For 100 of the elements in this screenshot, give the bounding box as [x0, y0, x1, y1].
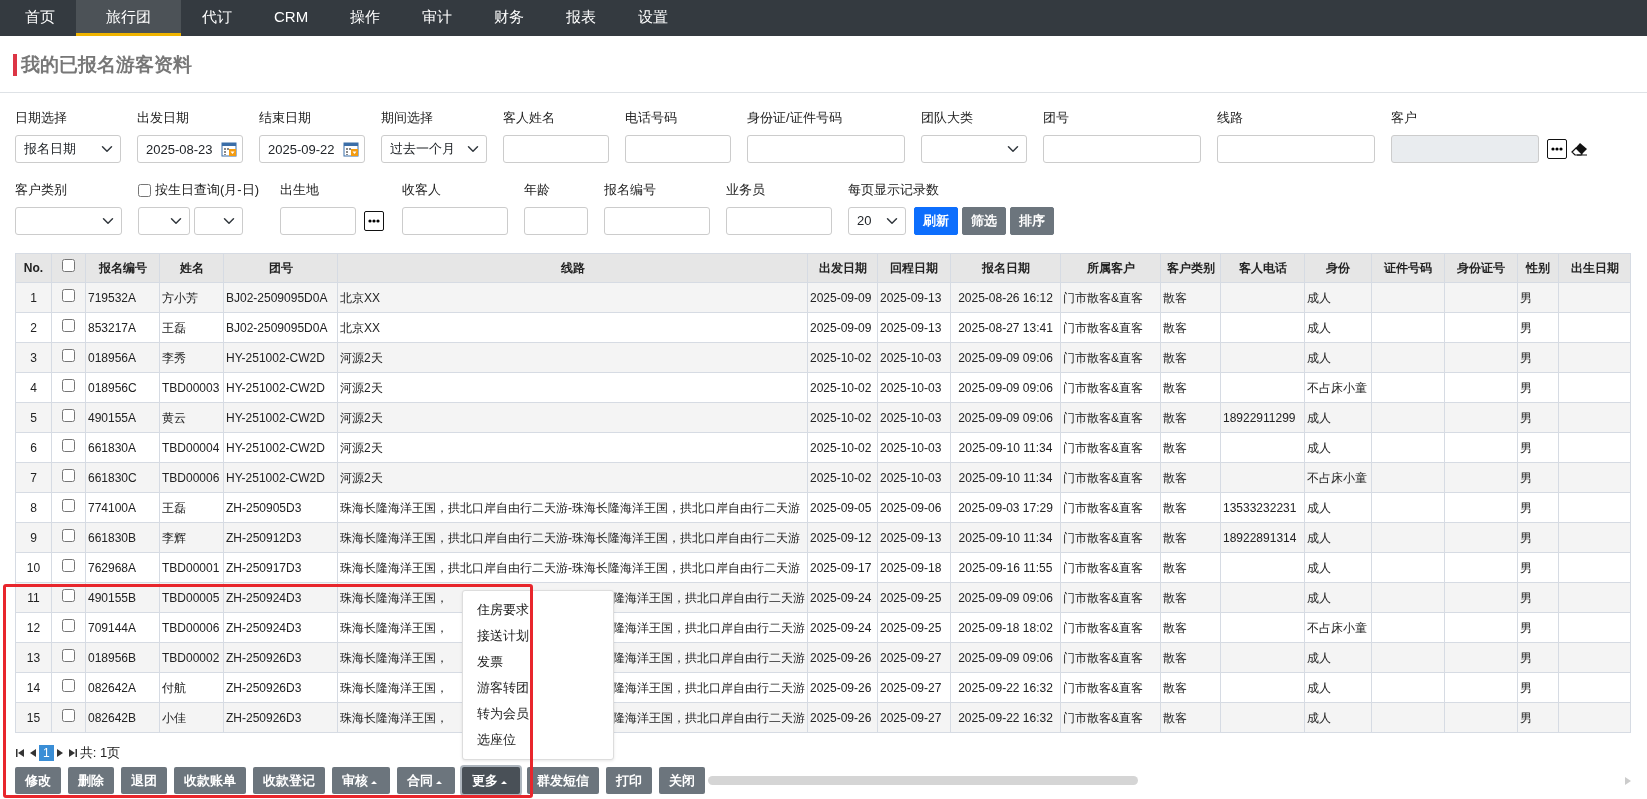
column-header: 性别	[1517, 253, 1559, 283]
button[interactable]: 关闭	[659, 767, 705, 794]
button[interactable]: 收款账单	[174, 767, 246, 794]
button[interactable]: 修改	[15, 767, 61, 794]
calendar-icon[interactable]	[221, 141, 237, 157]
table-cell: 10	[15, 552, 52, 583]
table-cell: 成人	[1304, 672, 1372, 703]
nav-tab[interactable]: 旅行团	[76, 0, 181, 36]
row-checkbox[interactable]	[62, 648, 75, 662]
table-cell: 18922891314	[1220, 522, 1305, 553]
menu-item[interactable]: 接送计划	[463, 623, 613, 649]
row-checkbox[interactable]	[62, 558, 75, 572]
table-cell: 018956B	[85, 642, 160, 673]
table-cell-text: 珠海长隆海洋王国，	[340, 679, 448, 697]
column-header: 身份	[1304, 253, 1372, 283]
row-checkbox[interactable]	[62, 408, 75, 422]
nav-tab[interactable]: 财务	[473, 0, 546, 36]
table-cell: 2025-08-27 13:41	[950, 312, 1061, 343]
select-all-checkbox[interactable]	[62, 259, 75, 272]
table-cell: 门市散客&直客	[1060, 462, 1161, 493]
date-field[interactable]: 2025-09-22	[259, 135, 365, 163]
table-cell: 2025-09-17	[807, 552, 878, 583]
nav-tab[interactable]: 设置	[617, 0, 690, 36]
row-checkbox[interactable]	[62, 288, 75, 302]
first-page-icon[interactable]	[15, 748, 25, 758]
input-field[interactable]	[604, 207, 710, 235]
button[interactable]: 审核	[332, 767, 390, 794]
table-cell: 2025-09-09 09:06	[950, 372, 1061, 403]
row-checkbox[interactable]	[62, 468, 75, 482]
menu-item[interactable]: 转为会员	[463, 701, 613, 727]
table-cell: 2025-10-02	[807, 342, 878, 373]
button[interactable]: 排序	[1010, 207, 1054, 235]
table-cell: 不占床小童	[1304, 612, 1372, 643]
nav-tab[interactable]: CRM	[253, 0, 330, 36]
table-cell: 散客	[1160, 612, 1221, 643]
dropdown[interactable]: 过去一个月	[381, 135, 487, 163]
input-field[interactable]	[503, 135, 609, 163]
input-field[interactable]	[1043, 135, 1201, 163]
input-field[interactable]	[524, 207, 588, 235]
button[interactable]: 打印	[606, 767, 652, 794]
last-page-icon[interactable]	[67, 748, 78, 758]
input-field[interactable]	[747, 135, 905, 163]
dropdown[interactable]: 20	[848, 207, 906, 235]
row-checkbox[interactable]	[62, 438, 75, 452]
column-header: 线路	[337, 253, 808, 283]
table-cell: 6	[15, 432, 52, 463]
row-checkbox[interactable]	[62, 708, 75, 722]
nav-tab[interactable]: 代订	[181, 0, 253, 36]
row-checkbox[interactable]	[62, 678, 75, 692]
column-header: 团号	[223, 253, 338, 283]
nav-tab[interactable]: 首页	[4, 0, 76, 36]
button[interactable]: 退团	[121, 767, 167, 794]
input-field[interactable]	[726, 207, 832, 235]
table-cell: 散客	[1160, 552, 1221, 583]
field-label: 客户	[1391, 110, 1418, 126]
menu-item[interactable]: 选座位	[463, 727, 613, 753]
table-cell: 2025-09-09 09:06	[950, 342, 1061, 373]
row-checkbox[interactable]	[62, 498, 75, 512]
button[interactable]: 群发短信	[527, 767, 599, 794]
table-cell: 王磊	[159, 492, 224, 523]
row-checkbox[interactable]	[62, 588, 75, 602]
table-cell: 709144A	[85, 612, 160, 643]
table-cell: 付航	[159, 672, 224, 703]
column-header: 报名日期	[950, 253, 1061, 283]
table-cell: HY-251002-CW2D	[223, 372, 338, 403]
field-label: 客人姓名	[503, 110, 556, 126]
column-header: 身份证号	[1444, 253, 1518, 283]
table-cell: 男	[1517, 492, 1559, 523]
menu-item[interactable]: 住房要求	[463, 597, 613, 623]
dropdown[interactable]: 报名日期	[15, 135, 121, 163]
input-field[interactable]	[625, 135, 731, 163]
table-cell: 2025-09-03 17:29	[950, 492, 1061, 523]
input-field[interactable]	[402, 207, 508, 235]
button[interactable]: 刷新	[914, 207, 958, 235]
scrollbar-thumb[interactable]	[708, 776, 1138, 785]
input-field[interactable]	[1217, 135, 1375, 163]
button[interactable]: 合同	[397, 767, 455, 794]
menu-item[interactable]: 发票	[463, 649, 613, 675]
input-field[interactable]	[280, 207, 356, 235]
nav-tab[interactable]: 操作	[329, 0, 402, 36]
table-cell: ZH-250926D3	[223, 672, 338, 703]
more-button[interactable]	[364, 211, 384, 231]
button[interactable]: 筛选	[962, 207, 1006, 235]
more-button[interactable]	[1547, 139, 1567, 159]
row-checkbox[interactable]	[62, 618, 75, 632]
calendar-icon[interactable]	[343, 141, 359, 157]
menu-item[interactable]: 游客转团	[463, 675, 613, 701]
nav-tab[interactable]: 报表	[545, 0, 618, 36]
nav-tab[interactable]: 审计	[401, 0, 474, 36]
button[interactable]: 更多	[462, 767, 520, 794]
button[interactable]: 收款登记	[253, 767, 325, 794]
row-checkbox[interactable]	[62, 318, 75, 332]
table-cell: 9	[15, 522, 52, 553]
button[interactable]: 删除	[68, 767, 114, 794]
row-checkbox[interactable]	[62, 348, 75, 362]
table-cell: 男	[1517, 432, 1559, 463]
row-checkbox[interactable]	[62, 378, 75, 392]
checkbox[interactable]	[138, 183, 151, 197]
row-checkbox[interactable]	[62, 528, 75, 542]
date-field[interactable]: 2025-08-23	[137, 135, 243, 163]
